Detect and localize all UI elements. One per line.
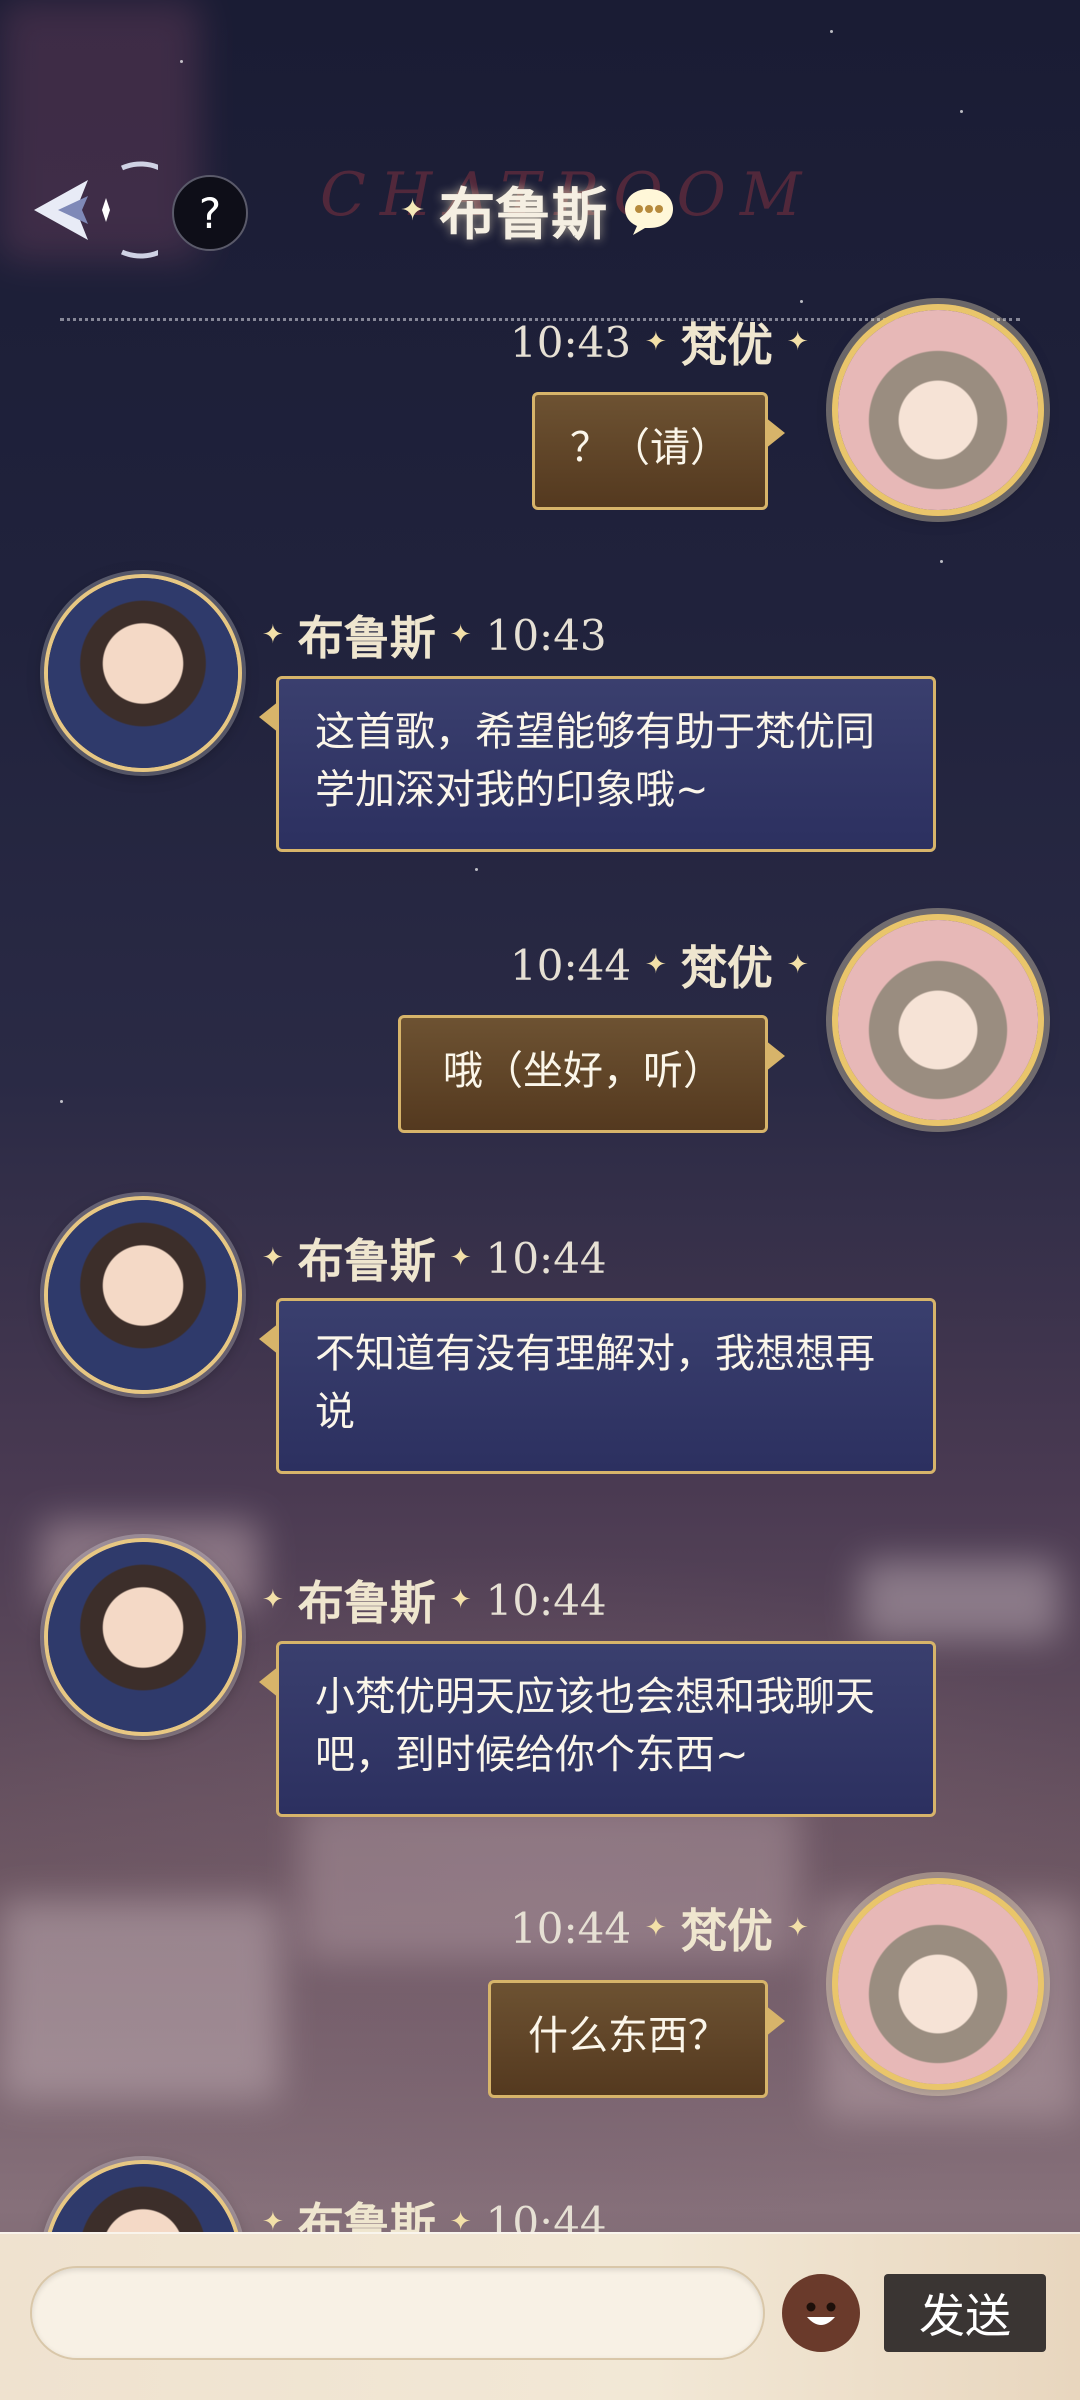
message-text: 不知道有没有理解对，我想想再说 <box>315 1331 875 1435</box>
help-button[interactable]: ? <box>172 175 248 251</box>
message-bubble: 这首歌，希望能够有助于梵优同学加深对我的印象哦~ <box>259 676 936 852</box>
message-text: 哦（坐好，听） <box>443 1048 723 1094</box>
message-time: 10:44 <box>485 1233 607 1283</box>
sparkle-icon: ✦ <box>262 1243 284 1273</box>
message-time: 10:44 <box>485 1575 607 1625</box>
message-meta: ✦ 布鲁斯 ✦ 10:43 <box>262 605 607 666</box>
sparkle-icon: ✦ <box>645 950 667 980</box>
sparkle-icon: ✦ <box>262 1585 284 1615</box>
sparkle-icon: ✦ <box>645 1913 667 1943</box>
message-text: 什么东西？ <box>528 2013 728 2059</box>
sparkle-icon: ✦ <box>786 950 809 980</box>
message-time: 10:43 <box>510 317 632 367</box>
message-bubble: 哦（坐好，听） <box>398 1015 785 1133</box>
back-arrow-icon <box>34 161 158 259</box>
message-input[interactable] <box>30 2266 765 2360</box>
message-text: 这首歌，希望能够有助于梵优同学加深对我的印象哦~ <box>315 709 875 813</box>
chat-bubble-icon <box>625 188 674 235</box>
message-text: ？（请） <box>570 425 730 471</box>
message-time: 10:44 <box>510 1903 632 1953</box>
message-bubble: 不知道有没有理解对，我想想再说 <box>259 1298 936 1474</box>
avatar-fanyou[interactable] <box>838 920 1038 1120</box>
message-bubble: ？（请） <box>532 392 785 510</box>
avatar-bruce[interactable] <box>48 1200 238 1390</box>
sender-name: 布鲁斯 <box>297 1234 436 1288</box>
sparkle-icon: ✦ <box>400 193 426 228</box>
message-time: 10:44 <box>510 940 632 990</box>
avatar-bruce[interactable] <box>48 1542 238 1732</box>
bokeh-light <box>860 1560 1060 1640</box>
sender-name: 梵优 <box>680 1904 773 1958</box>
sender-name: 布鲁斯 <box>297 611 436 665</box>
sparkle-icon: ✦ <box>262 620 284 650</box>
sparkle-icon: ✦ <box>786 1913 809 1943</box>
send-label: 发送 <box>919 2289 1011 2343</box>
back-button[interactable] <box>18 160 158 260</box>
sender-name: 梵优 <box>680 941 773 995</box>
sparkle-icon: ✦ <box>449 1243 472 1273</box>
message-meta: ✦ 布鲁斯 ✦ 10:44 <box>262 1570 607 1631</box>
top-bar: ? CHATROOM ✦ 布鲁斯 <box>0 0 1080 321</box>
avatar-fanyou[interactable] <box>838 1884 1038 2084</box>
send-button[interactable]: 发送 <box>884 2274 1046 2352</box>
sparkle-icon: ✦ <box>645 327 667 357</box>
sender-name: 梵优 <box>680 318 773 372</box>
avatar-bruce[interactable] <box>48 578 238 768</box>
sparkle-icon: ✦ <box>449 620 472 650</box>
star <box>60 1100 63 1103</box>
star <box>475 868 478 871</box>
sparkle-icon: ✦ <box>786 327 809 357</box>
input-bar: 发送 <box>0 2232 1080 2400</box>
message-bubble: 小梵优明天应该也会想和我聊天吧，到时候给你个东西~ <box>259 1641 936 1817</box>
message-meta: 10:44 ✦ 梵优 ✦ <box>510 935 809 996</box>
star <box>940 560 943 563</box>
title-wrap: ✦ 布鲁斯 <box>400 170 677 251</box>
message-meta: 10:44 ✦ 梵优 ✦ <box>510 1898 809 1959</box>
message-time: 10:43 <box>485 610 607 660</box>
avatar-fanyou[interactable] <box>838 310 1038 510</box>
emoji-button[interactable] <box>782 2274 860 2352</box>
message-bubble: 什么东西？ <box>488 1980 785 2098</box>
sparkle-icon: ✦ <box>449 1585 472 1615</box>
page-title: 布鲁斯 <box>439 183 608 248</box>
smiley-icon <box>806 2302 836 2325</box>
sender-name: 布鲁斯 <box>297 1576 436 1630</box>
bokeh-light <box>0 1900 280 2100</box>
help-label: ? <box>198 188 222 238</box>
message-meta: ✦ 布鲁斯 ✦ 10:44 <box>262 1228 607 1289</box>
message-meta: 10:43 ✦ 梵优 ✦ <box>510 312 809 373</box>
message-text: 小梵优明天应该也会想和我聊天吧，到时候给你个东西~ <box>315 1674 875 1778</box>
chat-screen: ? CHATROOM ✦ 布鲁斯 10:43 ✦ 梵优 ✦ ？（请） ✦ 布鲁斯… <box>0 0 1080 2400</box>
